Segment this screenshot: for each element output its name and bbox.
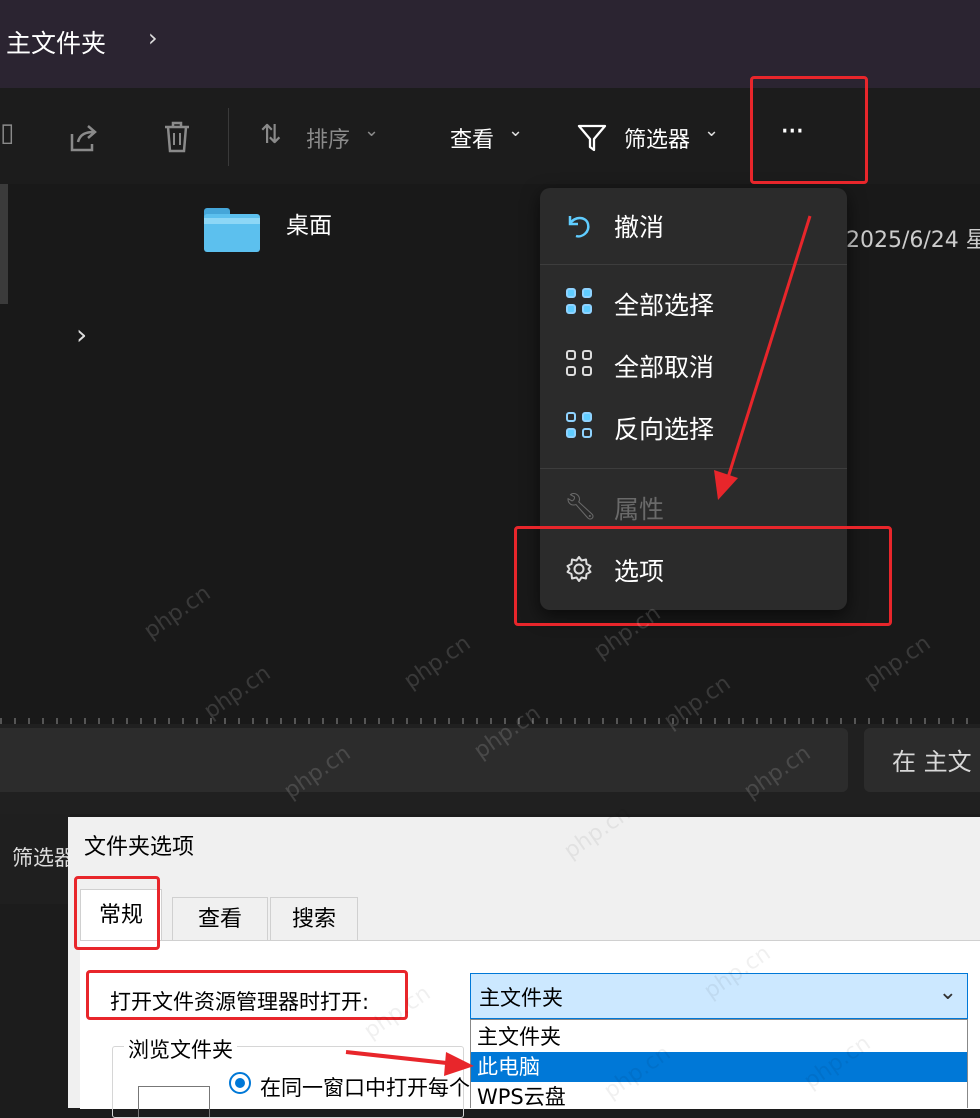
file-name[interactable]: 桌面: [286, 206, 332, 240]
expand-chevron-icon[interactable]: ›: [76, 318, 87, 351]
open-explorer-dropdown-list: 主文件夹 此电脑 WPS云盘: [470, 1019, 968, 1109]
search-box[interactable]: 在 主文: [864, 728, 980, 792]
select-none-icon: [566, 350, 594, 378]
folder-icon: [204, 208, 260, 252]
search-placeholder: 在 主文: [892, 748, 972, 776]
filter-partial-label[interactable]: 筛选器: [12, 842, 75, 872]
select-all-icon: [566, 288, 594, 316]
menu-item-invert-selection[interactable]: 反向选择: [540, 402, 847, 452]
file-date: 2025/6/24 星: [846, 228, 980, 253]
chevron-down-icon: ⌄: [364, 120, 380, 141]
menu-item-label: 撤消: [614, 213, 665, 242]
toolbar-separator: [228, 108, 229, 166]
sort-label: 排序: [306, 128, 351, 153]
invert-selection-icon: [566, 412, 594, 440]
menu-item-label: 全部取消: [614, 353, 715, 382]
wrench-icon: 🔧︎: [564, 492, 598, 522]
address-bar[interactable]: [0, 728, 848, 792]
menu-item-label: 属性: [614, 495, 665, 524]
annotation-box-more: [750, 76, 868, 184]
menu-divider: [540, 264, 847, 265]
annotation-box-options: [514, 526, 892, 626]
view-button[interactable]: 查看 ⌄: [450, 120, 530, 156]
sort-button[interactable]: ⇅ 排序 ⌄: [260, 120, 384, 156]
menu-divider: [540, 468, 847, 469]
view-label: 查看: [450, 128, 495, 153]
breadcrumb-chevron-icon[interactable]: ›: [148, 24, 158, 52]
chevron-down-icon: ⌄: [704, 120, 720, 141]
menu-item-label: 反向选择: [614, 415, 715, 444]
chevron-down-icon: ⌄: [938, 980, 957, 1005]
menu-item-select-none[interactable]: 全部取消: [540, 340, 847, 390]
menu-item-undo[interactable]: 撤消: [540, 200, 847, 250]
tab-search[interactable]: 搜索: [270, 897, 358, 941]
menu-item-label: 全部选择: [614, 291, 715, 320]
dropdown-option[interactable]: 主文件夹: [471, 1022, 967, 1052]
combo-selected-value: 主文件夹: [479, 986, 563, 1010]
browse-folders-label: 浏览文件夹: [124, 1034, 237, 1064]
nav-pane-scrollbar[interactable]: [0, 184, 8, 304]
delete-icon[interactable]: [162, 120, 192, 154]
filter-icon: [577, 124, 607, 152]
annotation-box-general-tab: [74, 876, 160, 950]
filter-label: 筛选器: [624, 128, 691, 153]
tab-view[interactable]: 查看: [172, 897, 268, 941]
browse-preview-image: [138, 1086, 210, 1117]
radio-same-window-label: 在同一窗口中打开每个: [260, 1076, 470, 1100]
share-icon[interactable]: [68, 122, 100, 154]
undo-icon: [568, 216, 590, 238]
sort-icon: ⇅: [260, 120, 282, 150]
title-bar: 主文件夹 ›: [0, 0, 980, 88]
breadcrumb-home[interactable]: 主文件夹: [6, 24, 106, 60]
filter-partial-panel: 筛选器: [0, 814, 75, 904]
filter-button[interactable]: 筛选器 ⌄: [576, 118, 726, 158]
menu-item-properties: 🔧︎ 属性: [540, 482, 847, 532]
menu-item-select-all[interactable]: 全部选择: [540, 278, 847, 328]
radio-same-window[interactable]: [229, 1072, 251, 1094]
chevron-down-icon: ⌄: [508, 120, 524, 141]
dropdown-option-highlighted[interactable]: 此电脑: [471, 1052, 967, 1082]
dialog-title: 文件夹选项: [84, 835, 195, 860]
rename-icon[interactable]: ▯: [0, 118, 14, 148]
open-explorer-combobox[interactable]: 主文件夹 ⌄: [470, 973, 968, 1019]
annotation-box-open-label: [86, 970, 408, 1020]
